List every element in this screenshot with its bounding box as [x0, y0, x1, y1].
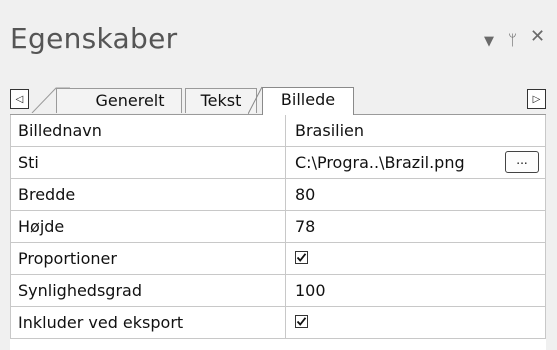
checkmark-icon: [296, 317, 307, 326]
property-row-hojde[interactable]: Højde 78: [10, 211, 546, 243]
property-value-bredde[interactable]: 80: [286, 179, 546, 210]
inkluder-ved-eksport-checkbox[interactable]: [295, 315, 308, 328]
tab-edge-decoration-active: [248, 86, 263, 114]
tab-generelt-label: Generelt: [95, 91, 165, 110]
property-value-inkluder-ved-eksport: [286, 307, 546, 338]
scroll-left-icon: ◁: [15, 93, 24, 105]
tab-strip: ◁ Generelt Tekst Billede ▷: [0, 86, 557, 115]
property-row-proportioner[interactable]: Proportioner: [10, 243, 546, 275]
property-value-hojde[interactable]: 78: [286, 211, 546, 242]
property-row-sti[interactable]: Sti C:\Progra..\Brazil.png ...: [10, 147, 546, 179]
close-icon[interactable]: ✕: [530, 27, 545, 47]
property-row-bredde[interactable]: Bredde 80: [10, 179, 546, 211]
property-name: Synlighedsgrad: [10, 275, 286, 306]
property-value-billednavn[interactable]: Brasilien: [286, 115, 546, 146]
panel-title: Egenskaber: [10, 22, 178, 55]
tab-scroll-right-button[interactable]: ▷: [527, 89, 546, 109]
path-value: C:\Progra..\Brazil.png: [295, 153, 465, 172]
property-value-proportioner: [286, 243, 546, 274]
proportioner-checkbox[interactable]: [295, 251, 308, 264]
property-row-billednavn[interactable]: Billednavn Brasilien: [10, 115, 546, 147]
property-name: Billednavn: [10, 115, 286, 146]
tab-tekst[interactable]: Tekst: [185, 88, 257, 113]
property-value-sti[interactable]: C:\Progra..\Brazil.png ...: [286, 147, 546, 178]
property-name: Proportioner: [10, 243, 286, 274]
tab-billede-label: Billede: [280, 90, 336, 109]
property-row-synlighedsgrad[interactable]: Synlighedsgrad 100: [10, 275, 546, 307]
browse-button[interactable]: ...: [505, 151, 539, 173]
tab-generelt[interactable]: Generelt: [56, 88, 182, 113]
property-grid: Billednavn Brasilien Sti C:\Progra..\Bra…: [10, 114, 546, 350]
property-name: Inkluder ved eksport: [10, 307, 286, 338]
scroll-right-icon: ▷: [532, 93, 541, 105]
browse-button-label: ...: [516, 153, 528, 167]
property-value-synlighedsgrad[interactable]: 100: [286, 275, 546, 306]
pin-icon[interactable]: ᛘ: [508, 30, 517, 50]
property-name: Højde: [10, 211, 286, 242]
properties-panel: Egenskaber ▼ ᛘ ✕ ◁ Generelt Tekst Billed…: [0, 0, 557, 350]
tab-tekst-label: Tekst: [200, 91, 242, 110]
dropdown-arrow-icon[interactable]: ▼: [484, 32, 494, 52]
checkmark-icon: [296, 253, 307, 262]
tab-scroll-left-button[interactable]: ◁: [10, 89, 29, 109]
property-row-inkluder-ved-eksport[interactable]: Inkluder ved eksport: [10, 307, 546, 339]
property-name: Sti: [10, 147, 286, 178]
panel-header: Egenskaber ▼ ᛘ ✕: [0, 0, 557, 86]
property-name: Bredde: [10, 179, 286, 210]
